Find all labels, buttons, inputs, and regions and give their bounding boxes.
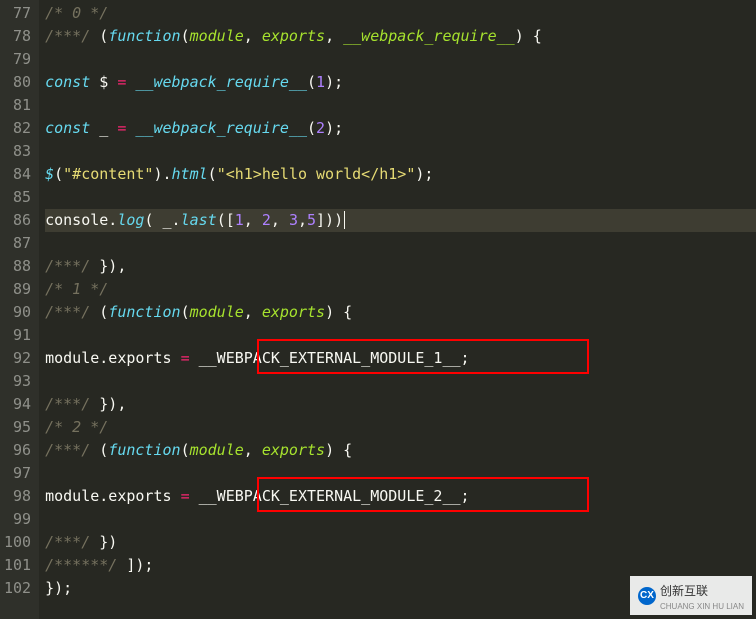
code-line[interactable]	[45, 94, 756, 117]
line-number: 89	[4, 278, 31, 301]
watermark: CX 创新互联 CHUANG XIN HU LIAN	[630, 576, 752, 615]
code-line[interactable]	[45, 462, 756, 485]
code-line[interactable]: /***/ })	[45, 531, 756, 554]
code-area[interactable]: /* 0 *//***/ (function(module, exports, …	[39, 0, 756, 619]
line-number: 87	[4, 232, 31, 255]
line-number: 85	[4, 186, 31, 209]
line-number: 82	[4, 117, 31, 140]
code-line[interactable]	[45, 370, 756, 393]
line-number: 77	[4, 2, 31, 25]
line-number: 99	[4, 508, 31, 531]
code-line[interactable]: /* 0 */	[45, 2, 756, 25]
line-number: 96	[4, 439, 31, 462]
line-number: 92	[4, 347, 31, 370]
line-number: 83	[4, 140, 31, 163]
line-number: 78	[4, 25, 31, 48]
code-line[interactable]: /***/ (function(module, exports, __webpa…	[45, 25, 756, 48]
code-line[interactable]: /***/ (function(module, exports) {	[45, 439, 756, 462]
line-number: 90	[4, 301, 31, 324]
watermark-logo-icon: CX	[638, 587, 656, 605]
code-line[interactable]: /* 2 */	[45, 416, 756, 439]
code-line[interactable]	[45, 324, 756, 347]
line-number: 91	[4, 324, 31, 347]
line-number: 97	[4, 462, 31, 485]
code-line[interactable]: module.exports = __WEBPACK_EXTERNAL_MODU…	[45, 347, 756, 370]
code-line[interactable]: /***/ }),	[45, 255, 756, 278]
line-number: 94	[4, 393, 31, 416]
code-line[interactable]: $("#content").html("<h1>hello world</h1>…	[45, 163, 756, 186]
line-number: 95	[4, 416, 31, 439]
code-line[interactable]	[45, 48, 756, 71]
code-line[interactable]: /* 1 */	[45, 278, 756, 301]
code-line[interactable]: module.exports = __WEBPACK_EXTERNAL_MODU…	[45, 485, 756, 508]
code-line[interactable]: const $ = __webpack_require__(1);	[45, 71, 756, 94]
code-line[interactable]: const _ = __webpack_require__(2);	[45, 117, 756, 140]
code-line[interactable]: console.log( _.last([1, 2, 3,5]))	[45, 209, 756, 232]
line-number: 93	[4, 370, 31, 393]
line-number: 102	[4, 577, 31, 600]
line-number: 88	[4, 255, 31, 278]
code-line[interactable]	[45, 232, 756, 255]
line-number: 86	[4, 209, 31, 232]
line-number-gutter: 7778798081828384858687888990919293949596…	[0, 0, 39, 619]
line-number: 79	[4, 48, 31, 71]
code-line[interactable]	[45, 140, 756, 163]
line-number: 101	[4, 554, 31, 577]
code-editor[interactable]: 7778798081828384858687888990919293949596…	[0, 0, 756, 619]
code-line[interactable]: /***/ (function(module, exports) {	[45, 301, 756, 324]
line-number: 84	[4, 163, 31, 186]
line-number: 100	[4, 531, 31, 554]
line-number: 81	[4, 94, 31, 117]
code-line[interactable]: /******/ ]);	[45, 554, 756, 577]
code-line[interactable]	[45, 508, 756, 531]
code-line[interactable]	[45, 186, 756, 209]
line-number: 80	[4, 71, 31, 94]
text-cursor	[344, 211, 345, 229]
code-line[interactable]: /***/ }),	[45, 393, 756, 416]
watermark-text: 创新互联 CHUANG XIN HU LIAN	[660, 580, 744, 611]
line-number: 98	[4, 485, 31, 508]
